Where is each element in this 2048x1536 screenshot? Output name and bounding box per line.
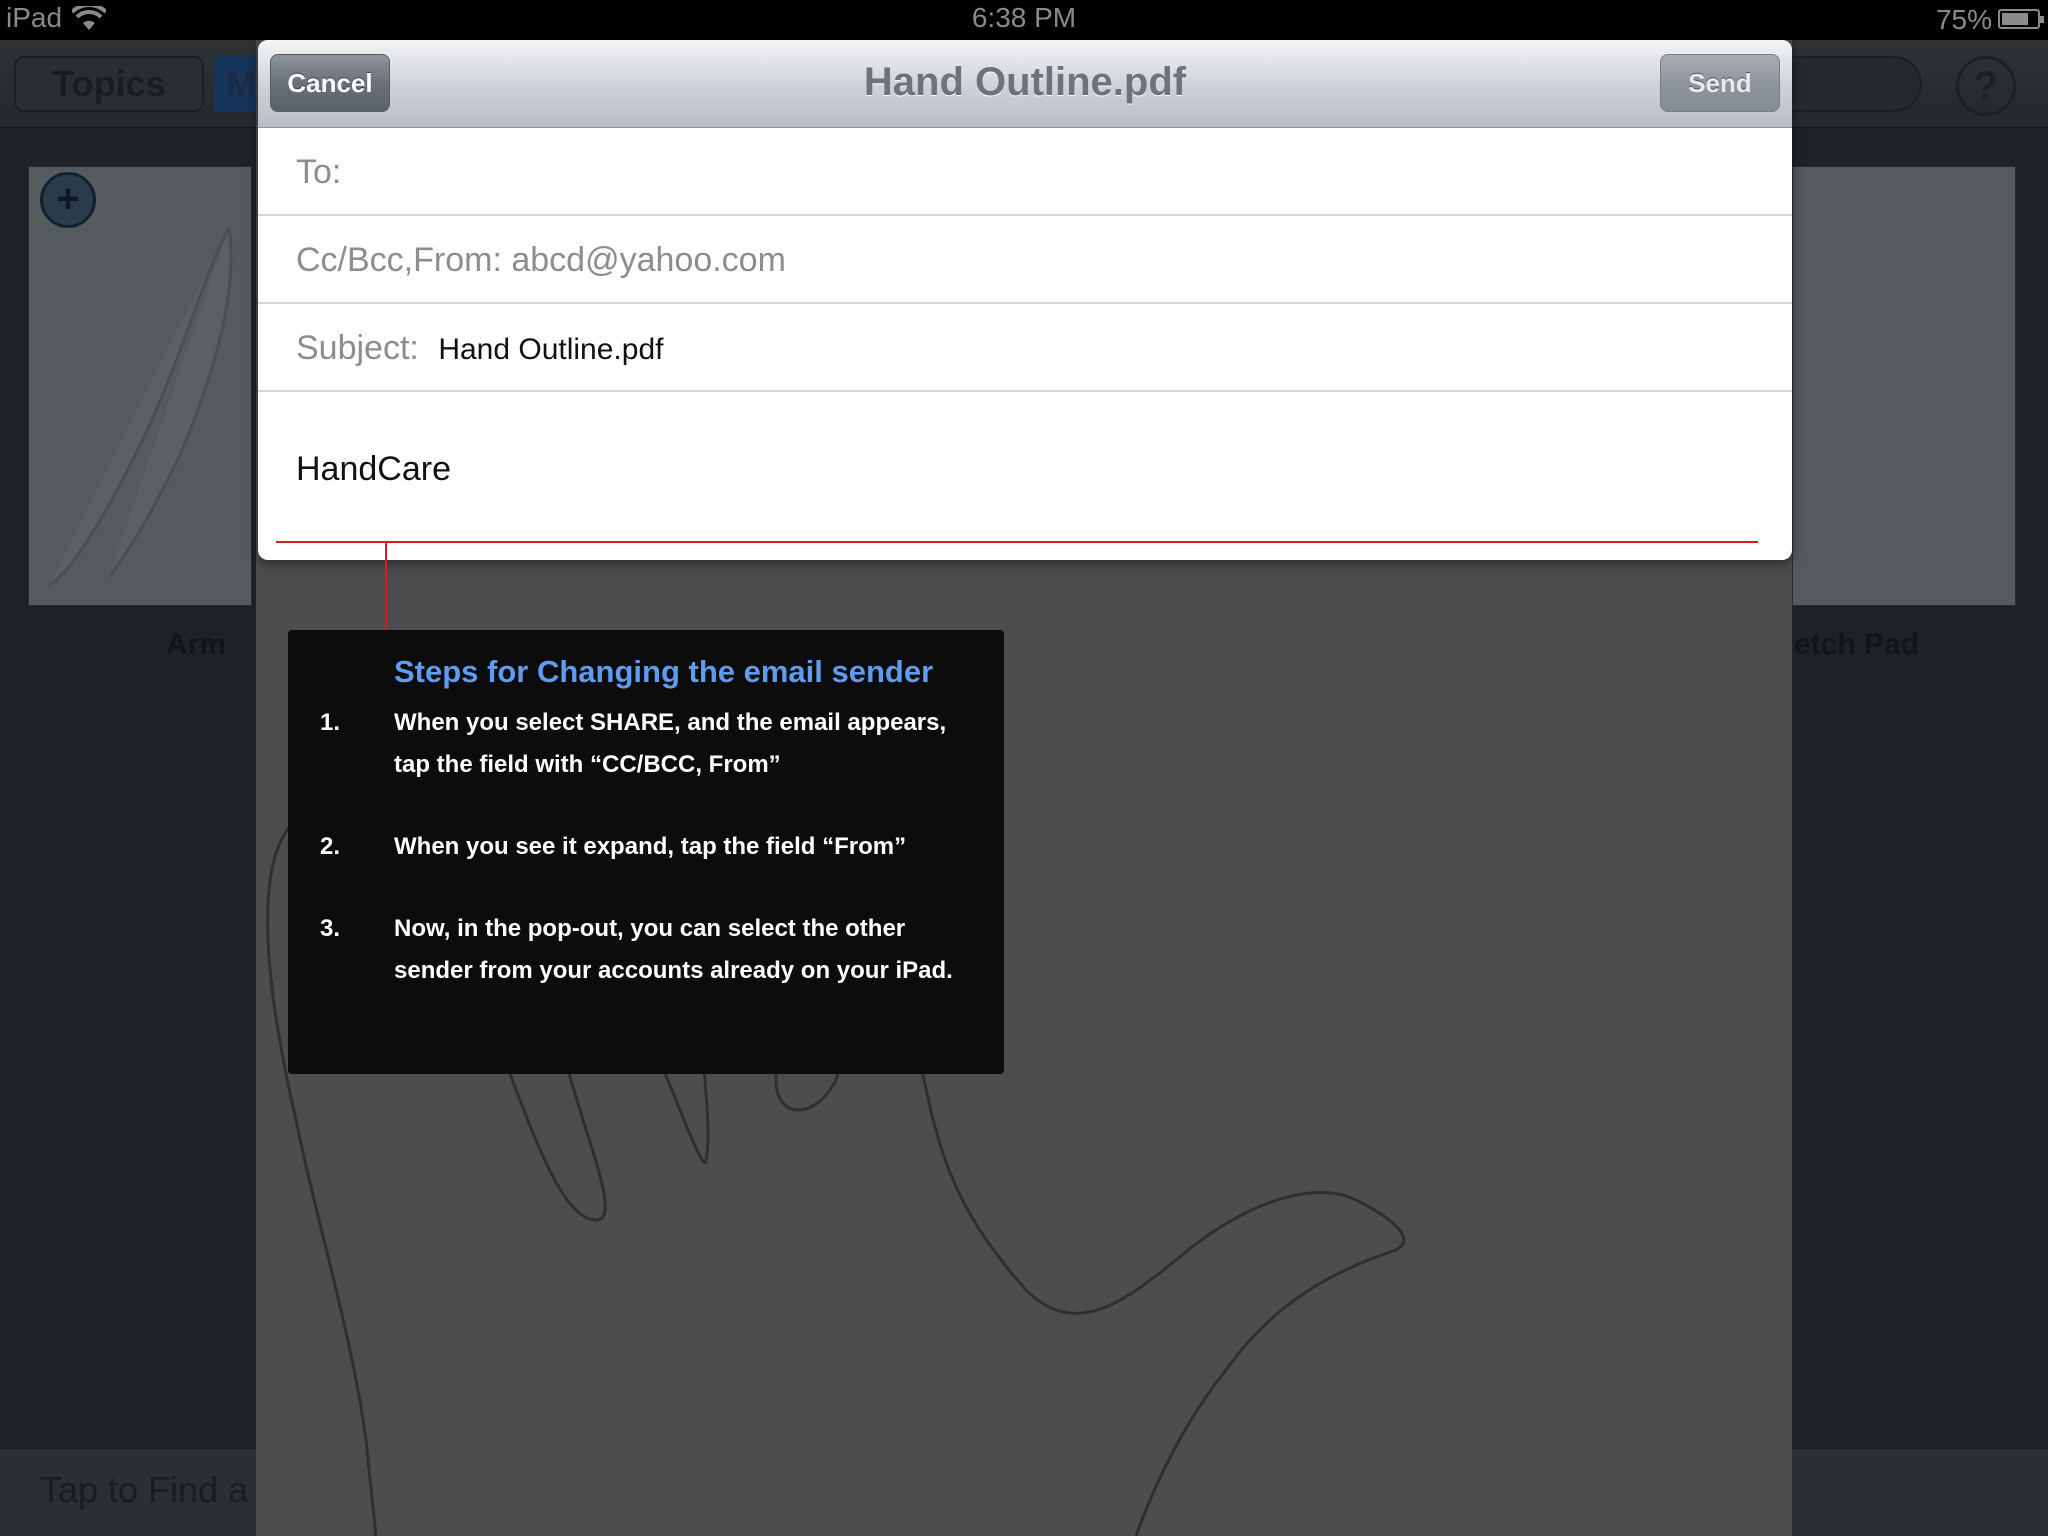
compose-navigation-bar: Cancel Hand Outline.pdf Send xyxy=(258,40,1792,128)
step-number: 3. xyxy=(320,915,341,942)
thumbnail-label-arm: Arm xyxy=(166,628,227,661)
step-text: When you select SHARE, and the email app… xyxy=(394,709,947,778)
step-number: 2. xyxy=(320,833,341,860)
step-text: Now, in the pop-out, you can select the … xyxy=(394,915,953,984)
to-label: To: xyxy=(296,153,342,191)
callout-line-vertical xyxy=(385,541,387,631)
battery-percentage: 75% xyxy=(1935,4,1992,35)
subject-value[interactable]: Hand Outline.pdf xyxy=(438,333,663,366)
step-number: 1. xyxy=(320,709,341,736)
instructions-panel: Steps for Changing the email sender 1. W… xyxy=(288,630,1004,1074)
to-field[interactable]: To: xyxy=(258,128,1792,216)
compose-title: Hand Outline.pdf xyxy=(863,60,1187,104)
instructions-heading: Steps for Changing the email sender xyxy=(394,654,934,689)
status-bar: iPad 6:38 PM 75% xyxy=(0,0,2048,40)
add-icon[interactable]: + xyxy=(40,172,96,228)
send-button[interactable]: Send xyxy=(1660,54,1780,112)
topics-button[interactable]: Topics xyxy=(14,56,204,112)
email-compose-sheet: Cancel Hand Outline.pdf Send To: Cc/Bcc,… xyxy=(258,40,1792,560)
callout-line-horizontal xyxy=(276,541,1758,543)
instruction-step: 2. When you see it expand, tap the field… xyxy=(320,826,972,868)
clock: 6:38 PM xyxy=(971,2,1077,33)
instruction-step: 1. When you select SHARE, and the email … xyxy=(320,702,972,786)
cc-bcc-from-label: Cc/Bcc,From: xyxy=(296,241,502,279)
subject-field[interactable]: Subject: Hand Outline.pdf xyxy=(258,304,1792,392)
instruction-step: 3. Now, in the pop-out, you can select t… xyxy=(320,908,972,992)
help-icon[interactable]: ? xyxy=(1956,56,2016,116)
from-address: abcd@yahoo.com xyxy=(511,241,786,279)
arm-thumbnail[interactable] xyxy=(28,166,252,606)
battery-icon xyxy=(1998,9,2044,29)
subject-label: Subject: xyxy=(296,329,419,367)
email-body[interactable]: HandCare xyxy=(296,450,451,489)
find-field[interactable]: Tap to Find a xyxy=(40,1469,248,1511)
arm-drawing xyxy=(47,226,233,589)
cc-bcc-from-field[interactable]: Cc/Bcc,From: abcd@yahoo.com xyxy=(258,216,1792,304)
sketch-pad-thumbnail[interactable] xyxy=(1792,166,2016,606)
step-text: When you see it expand, tap the field “F… xyxy=(394,833,907,860)
thumbnail-label-sketch-pad: etch Pad xyxy=(1794,628,1920,661)
